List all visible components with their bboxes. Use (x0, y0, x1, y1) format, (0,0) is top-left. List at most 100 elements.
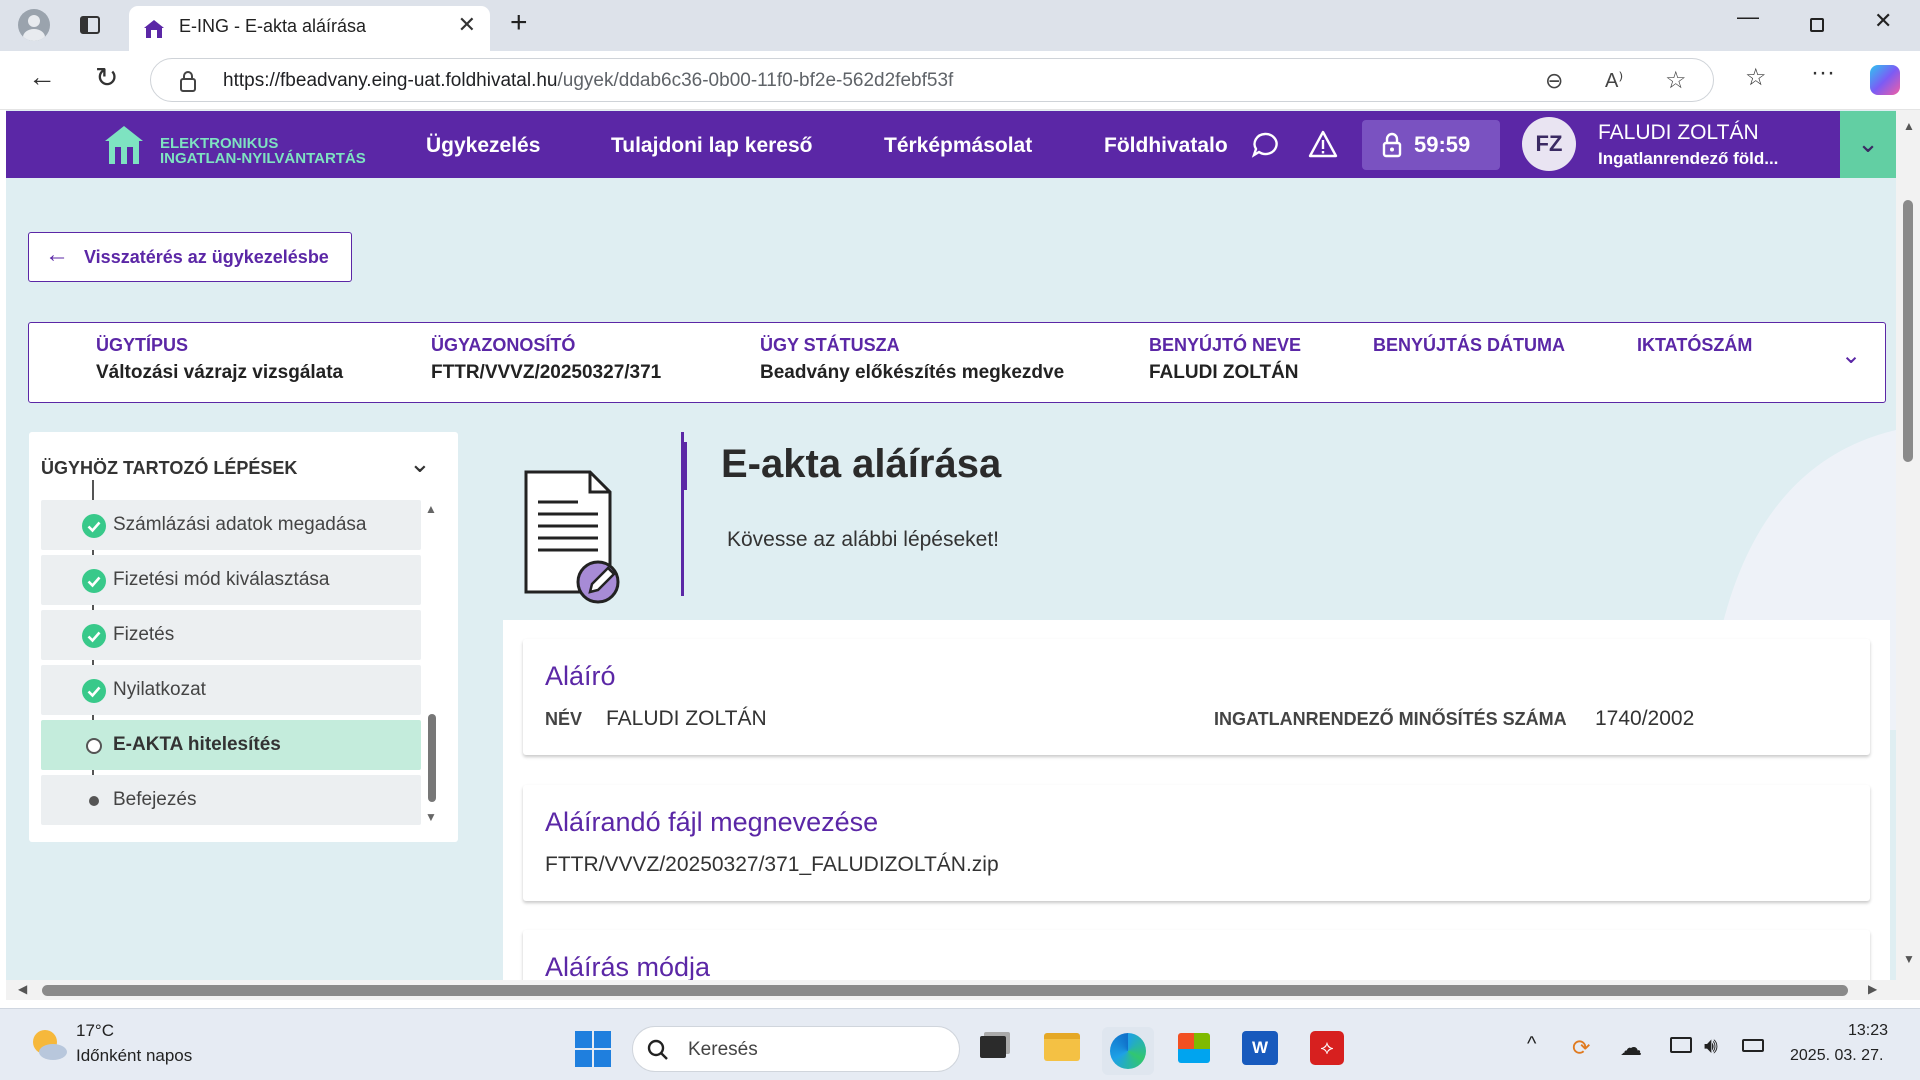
back-arrow-icon[interactable]: ← (28, 61, 56, 93)
browser-tab-active[interactable]: E-ING - E-akta aláírása ✕ (129, 6, 490, 51)
vertical-scrollbar-thumb[interactable] (1903, 200, 1913, 462)
certification-value: 1740/2002 (1595, 707, 1695, 730)
padlock-icon (1382, 132, 1402, 158)
browser-toolbar: ← ↻ https://fbeadvany.eing-uat.foldhivat… (0, 51, 1920, 110)
restore-icon[interactable] (1810, 18, 1824, 32)
document-sign-icon (524, 470, 620, 604)
collapse-chevron-icon[interactable]: ⌄ (409, 448, 431, 479)
browser-titlebar: E-ING - E-akta aláírása ✕ + — ✕ (0, 0, 1920, 51)
scroll-right-icon[interactable]: ▶ (1868, 982, 1877, 996)
case-type: ÜGYTÍPUS Változási vázrajz vizsgálata (96, 335, 343, 384)
expand-chevron-icon[interactable]: ⌄ (1841, 341, 1861, 370)
case-status: ÜGY STÁTUSZA Beadvány előkészítés megkezd… (760, 335, 1064, 384)
check-circle-icon (82, 624, 106, 648)
steps-scroll-up-icon[interactable]: ▲ (425, 502, 437, 516)
step-payment-method[interactable]: Fizetési mód kiválasztása (41, 555, 421, 605)
step-label: Számlázási adatok megadása (113, 514, 367, 535)
favorite-star-icon[interactable]: ☆ (1665, 66, 1687, 95)
case-submitter-label: BENYÚJTÓ NEVE (1149, 335, 1302, 355)
volume-icon[interactable]: 🔊︎ (1704, 1033, 1718, 1059)
steps-scroll-down-icon[interactable]: ▼ (425, 810, 437, 824)
steps-header[interactable]: ÜGYHÖZ TARTOZÓ LÉPÉSEK (41, 458, 297, 479)
clock-time[interactable]: 13:23 (1848, 1022, 1888, 1040)
timer-value: 59:59 (1414, 132, 1471, 157)
case-id-label: ÜGYAZONOSÍTÓ (431, 335, 576, 355)
sync-icon[interactable]: ⟳ (1572, 1035, 1590, 1061)
site-favicon-icon (144, 20, 164, 38)
favorites-icon[interactable]: ☆ (1745, 63, 1767, 92)
step-label: Befejezés (113, 789, 197, 810)
horizontal-scrollbar-thumb[interactable] (42, 985, 1848, 996)
new-tab-icon[interactable]: + (510, 6, 528, 40)
tray-chevron-icon[interactable]: ^ (1527, 1033, 1536, 1056)
close-window-icon[interactable]: ✕ (1874, 8, 1892, 34)
zoom-out-icon[interactable]: ⊖ (1545, 68, 1563, 94)
task-view-icon[interactable] (980, 1036, 1006, 1058)
signer-heading: Aláíró (545, 661, 616, 691)
network-icon[interactable] (1670, 1037, 1692, 1053)
nav-tulajdoni-lap-kereso[interactable]: Tulajdoni lap kereső (611, 134, 813, 158)
case-id: ÜGYAZONOSÍTÓ FTTR/VVVZ/20250327/371 (431, 335, 661, 384)
step-eakta-authentication[interactable]: E-AKTA hitelesítés (41, 720, 421, 770)
weather-sun-icon[interactable] (28, 1027, 68, 1063)
edge-browser-icon[interactable] (1102, 1027, 1154, 1075)
back-to-case-management-button[interactable]: ← Visszatérés az ügykezelésbe (28, 232, 352, 282)
case-submission-date-label: BENYÚJTÁS DÁTUMA (1373, 335, 1566, 355)
nav-terkepmasolat[interactable]: Térképmásolat (884, 134, 1032, 158)
minimize-icon[interactable]: — (1737, 4, 1759, 30)
step-label: Fizetési mód kiválasztása (113, 569, 330, 590)
signer-card: Aláíró NÉV FALUDI ZOLTÁN INGATLANRENDEZŐ… (523, 639, 1870, 755)
nav-foldhivatalok[interactable]: Földhivatalo (1104, 134, 1238, 158)
step-declaration[interactable]: Nyilatkozat (41, 665, 421, 715)
file-explorer-icon[interactable] (1044, 1033, 1080, 1061)
user-role[interactable]: Ingatlanrendező föld... (1598, 149, 1778, 169)
read-aloud-icon[interactable]: A⁾ (1605, 68, 1623, 93)
warning-icon[interactable] (1308, 130, 1338, 158)
clock-date[interactable]: 2025. 03. 27. (1790, 1047, 1883, 1065)
vertical-scrollbar[interactable]: ▲ ▼ (1896, 110, 1920, 1000)
battery-icon[interactable] (1742, 1039, 1764, 1052)
file-heading: Aláírandó fájl megnevezése (545, 807, 879, 837)
refresh-icon[interactable]: ↻ (95, 61, 118, 94)
case-registry-number: IKTATÓSZÁM (1637, 335, 1752, 362)
lock-icon[interactable] (179, 70, 197, 92)
weather-description[interactable]: Időnként napos (76, 1046, 192, 1066)
scroll-down-icon[interactable]: ▼ (1903, 952, 1915, 966)
user-menu-chevron-icon[interactable]: ⌄ (1840, 111, 1896, 178)
url-text[interactable]: https://fbeadvany.eing-uat.foldhivatal.h… (223, 70, 953, 92)
step-payment[interactable]: Fizetés (41, 610, 421, 660)
word-icon[interactable]: W (1242, 1031, 1278, 1065)
onedrive-icon[interactable]: ☁ (1620, 1035, 1642, 1061)
case-steps-panel: ÜGYHÖZ TARTOZÓ LÉPÉSEK ⌄ Számlázási adat… (29, 432, 458, 842)
horizontal-scrollbar[interactable]: ◀ ▶ (6, 980, 1896, 1000)
user-name[interactable]: FALUDI ZOLTÁN (1598, 121, 1759, 145)
profile-icon[interactable] (18, 9, 50, 41)
more-menu-icon[interactable]: ··· (1811, 59, 1835, 87)
chat-icon[interactable] (1251, 131, 1279, 159)
step-completion[interactable]: Befejezés (41, 775, 421, 825)
house-logo-icon[interactable] (102, 123, 146, 167)
back-button-label: Visszatérés az ügykezelésbe (84, 247, 329, 267)
session-timer[interactable]: 59:59 (1362, 120, 1500, 170)
microsoft-store-icon[interactable] (1178, 1033, 1210, 1063)
case-type-label: ÜGYTÍPUS (96, 335, 189, 355)
search-icon (647, 1039, 668, 1060)
taskbar-search-box[interactable]: Keresés (632, 1026, 960, 1072)
tab-close-icon[interactable]: ✕ (458, 12, 476, 38)
acrobat-icon[interactable]: ⟡ (1310, 1031, 1344, 1065)
logo-text[interactable]: ELEKTRONIKUS INGATLAN-NYILVÁNTARTÁS (160, 136, 366, 166)
case-id-value: FTTR/VVVZ/20250327/371 (431, 362, 662, 383)
case-status-value: Beadvány előkészítés megkezdve (760, 362, 1065, 383)
copilot-icon[interactable] (1870, 65, 1900, 95)
address-bar[interactable]: https://fbeadvany.eing-uat.foldhivatal.h… (150, 58, 1714, 102)
step-billing-data[interactable]: Számlázási adatok megadása (41, 500, 421, 550)
steps-scrollbar-thumb[interactable] (428, 714, 436, 802)
weather-temperature[interactable]: 17°C (76, 1021, 114, 1041)
nav-ugykezeles[interactable]: Ügykezelés (426, 134, 540, 158)
scroll-left-icon[interactable]: ◀ (18, 982, 27, 996)
check-circle-icon (82, 514, 106, 538)
avatar[interactable]: FZ (1522, 117, 1576, 171)
windows-start-icon[interactable] (575, 1031, 611, 1067)
tab-actions-icon[interactable] (80, 16, 100, 34)
scroll-up-icon[interactable]: ▲ (1903, 119, 1915, 133)
